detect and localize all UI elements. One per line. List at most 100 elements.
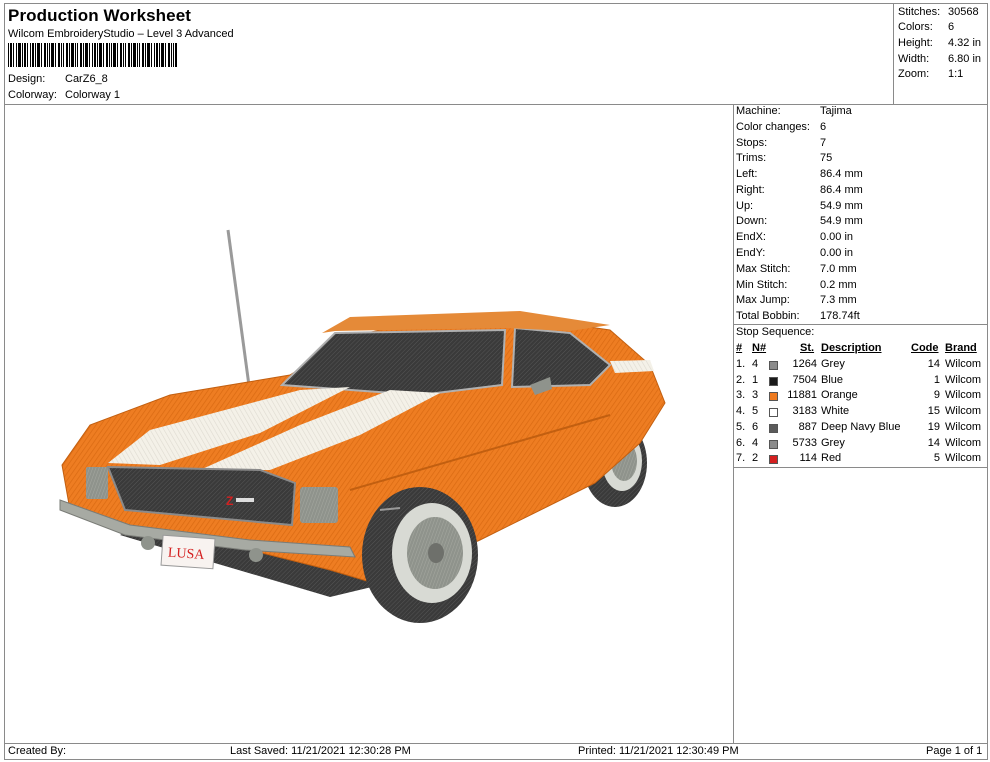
info-label: EndY: [736,247,766,259]
info-value: 0.00 in [820,247,854,259]
last-saved: Last Saved: 11/21/2021 12:30:28 PM [230,745,411,757]
seq-row-code: 15 [927,405,940,417]
info-row-max-jump: Max Jump: 7.3 mm [736,293,986,308]
col-head-code: Code [911,342,939,354]
info-label: Color changes: [736,121,810,133]
left-headlight [86,467,108,499]
info-label: Min Stitch: [736,279,788,291]
software-name: Wilcom EmbroideryStudio – Level 3 Advanc… [8,28,234,40]
info-row-left: Left: 86.4 mm [736,167,986,182]
color-swatch [769,408,778,417]
fender-stripe [610,360,654,373]
summary-label: Stitches: [898,6,941,18]
summary-height: Height: 4.32 in [898,36,986,51]
grille-badge [236,498,254,502]
seq-row-code: 14 [927,358,940,370]
stop-seq-divider [733,324,988,325]
seq-row-needle: 6 [752,421,759,433]
info-value: 7 [820,137,827,149]
seq-row-brand: Wilcom [945,437,982,449]
seq-row-brand: Wilcom [945,358,982,370]
seq-row-description: Grey [821,358,845,370]
info-row-endy: EndY: 0.00 in [736,246,986,261]
seq-row-stitches: 3183 [792,405,817,417]
design-value: CarZ6_8 [65,73,108,85]
info-row-total-bobbin: Total Bobbin: 178.74ft [736,309,986,324]
barcode-icon [8,43,177,67]
summary-value: 6.80 in [948,53,982,65]
summary-value: 4.32 in [948,37,982,49]
info-label: Total Bobbin: [736,310,800,322]
seq-row-code: 5 [933,452,940,464]
summary-value: 1:1 [948,68,964,80]
seq-row-stitches: 5733 [792,437,817,449]
info-row-right: Right: 86.4 mm [736,183,986,198]
page-title: Production Worksheet [8,6,192,25]
design-label: Design: [8,73,46,85]
info-row-up: Up: 54.9 mm [736,199,986,214]
seq-row-stitches: 114 [799,452,817,464]
color-swatch [769,392,778,401]
created-by: Created By: [8,745,67,757]
seq-row-description: Red [821,452,842,464]
info-label: Down: [736,215,768,227]
page-number: Page 1 of 1 [926,745,983,757]
left-border [4,3,5,760]
col-head-num: # [736,342,743,354]
color-swatch [769,377,778,386]
seq-row-brand: Wilcom [945,421,982,433]
summary-colors: Colors: 6 [898,20,986,35]
seq-row-description: Grey [821,437,845,449]
info-label: Right: [736,184,765,196]
info-label: EndX: [736,231,766,243]
footer-divider [4,743,988,744]
col-head-needle: N# [752,342,767,354]
summary-label: Colors: [898,21,933,33]
right-border [987,3,988,760]
summary-label: Zoom: [898,68,930,80]
info-row-endx: EndX: 0.00 in [736,230,986,245]
col-head-description: Description [821,342,882,354]
seq-row-stitches: 7504 [792,374,817,386]
seq-row-description: White [821,405,850,417]
col-head-stitches: St. [800,342,815,354]
antenna [226,229,252,394]
summary-value: 6 [948,21,955,33]
info-value: 7.3 mm [820,294,857,306]
seq-row-num: 4. [736,405,746,417]
seq-row-num: 6. [736,437,746,449]
seq-row-brand: Wilcom [945,405,982,417]
seq-row-stitches: 1264 [792,358,817,370]
seq-row-description: Blue [821,374,844,386]
design-preview-canvas: Z LUSA [59,229,666,623]
seq-row-description: Orange [821,389,858,401]
info-value: 54.9 mm [820,215,863,227]
stop-sequence-title: Stop Sequence: [736,326,815,338]
info-value: 6 [820,121,827,133]
info-label: Left: [736,168,758,180]
seq-row-brand: Wilcom [945,452,982,464]
seq-row-needle: 5 [752,405,759,417]
right-headlight [300,487,338,523]
summary-divider [893,3,894,105]
info-panel-divider [733,104,734,744]
seq-row-needle: 3 [752,389,759,401]
seq-row-stitches: 887 [798,421,817,433]
info-value: 7.0 mm [820,263,857,275]
seq-row-code: 19 [927,421,940,433]
front-wheel [362,487,478,623]
seq-row-brand: Wilcom [945,389,982,401]
seq-row-num: 3. [736,389,746,401]
info-row-min-stitch: Min Stitch: 0.2 mm [736,278,986,293]
info-row-stops: Stops: 7 [736,136,986,151]
summary-stitches: Stitches: 30568 [898,5,986,20]
stop-seq-end-divider [733,467,988,468]
seq-row-num: 7. [736,452,746,464]
color-swatch [769,440,778,449]
printed-date: Printed: 11/21/2021 12:30:49 PM [578,745,739,757]
info-row-color-changes: Color changes: 6 [736,120,986,135]
seq-row-num: 2. [736,374,746,386]
seq-row-needle: 4 [752,358,759,370]
summary-zoom: Zoom: 1:1 [898,67,986,82]
info-value: 75 [820,152,833,164]
